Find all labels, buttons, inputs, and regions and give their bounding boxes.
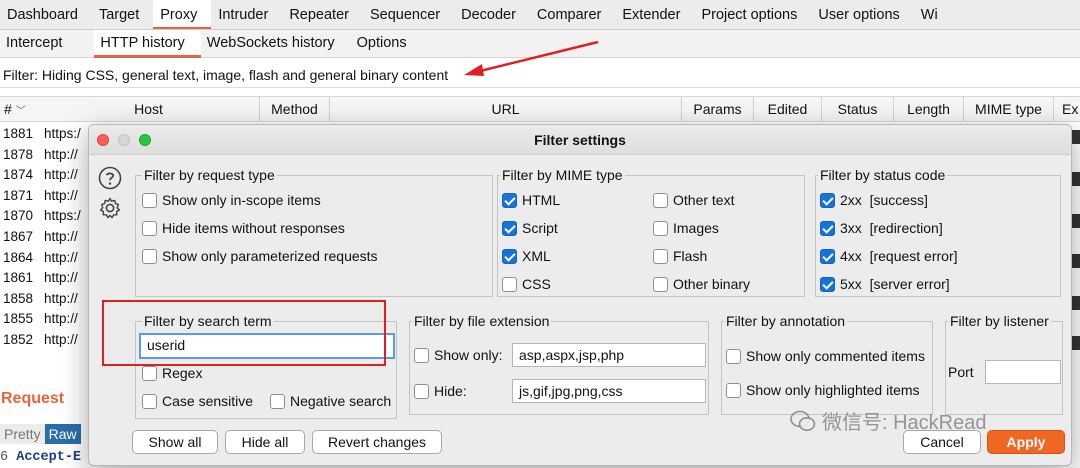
tab-sequencer[interactable]: Sequencer [363, 0, 454, 29]
mime-other-text-checkbox[interactable]: Other text [653, 192, 734, 208]
history-table-header: # ﹀ Host Method URL Params Edited Status… [0, 96, 1080, 122]
column-method[interactable]: Method [260, 97, 330, 121]
tab-pretty[interactable]: Pretty [0, 424, 45, 444]
mime-html-checkbox[interactable]: HTML [502, 192, 560, 208]
tab-proxy[interactable]: Proxy [153, 0, 212, 29]
tab-decoder[interactable]: Decoder [454, 0, 530, 29]
table-row[interactable]: 1874 http:// [0, 165, 100, 186]
file-extension-title: Filter by file extension [412, 313, 552, 329]
wechat-icon [790, 410, 816, 431]
status-4xx-checkbox[interactable]: 4xx [request error] [820, 248, 958, 264]
request-code-line: 6 Accept-E [0, 450, 81, 465]
column-length[interactable]: Length [894, 97, 964, 121]
hide-extension-input[interactable]: js,gif,jpg,png,css [512, 379, 706, 403]
request-type-group: Filter by request type Show only in-scop… [135, 167, 493, 297]
tab-raw[interactable]: Raw [44, 424, 81, 444]
tab-intercept[interactable]: Intercept [0, 30, 78, 58]
annotation-highlight-box [102, 300, 386, 366]
hide-all-button[interactable]: Hide all [225, 430, 305, 454]
mime-script-checkbox[interactable]: Script [502, 220, 558, 236]
help-icon[interactable] [98, 166, 122, 190]
mime-flash-checkbox[interactable]: Flash [653, 248, 707, 264]
status-5xx-checkbox[interactable]: 5xx [server error] [820, 276, 950, 292]
mime-css-checkbox[interactable]: CSS [502, 276, 551, 292]
mime-xml-checkbox[interactable]: XML [502, 248, 551, 264]
hide-extension-checkbox[interactable]: Hide: [414, 383, 467, 399]
mime-images-checkbox[interactable]: Images [653, 220, 719, 236]
history-rows: 1881 https:/ 1878 http:// 1874 http:// 1871… [0, 124, 100, 351]
show-only-extension-input[interactable]: asp,aspx,jsp,php [512, 343, 706, 367]
highlighted-items-checkbox[interactable]: Show only highlighted items [726, 382, 920, 398]
tab-extender[interactable]: Extender [615, 0, 694, 29]
tab-wiki-partial[interactable]: Wi [914, 0, 952, 29]
mime-other-binary-checkbox[interactable]: Other binary [653, 276, 750, 292]
request-type-title: Filter by request type [142, 167, 277, 183]
commented-items-checkbox[interactable]: Show only commented items [726, 348, 925, 364]
annotation-title: Filter by annotation [724, 313, 848, 329]
show-all-button[interactable]: Show all [132, 430, 218, 454]
annotation-group: Filter by annotation Show only commented… [721, 313, 933, 415]
listener-group: Filter by listener Port [945, 313, 1063, 415]
line-number: 6 [0, 450, 9, 465]
table-row[interactable]: 1871 http:// [0, 186, 100, 207]
watermark: 微信号: HackRead [790, 406, 987, 435]
table-row[interactable]: 1858 http:// [0, 289, 100, 310]
column-edited[interactable]: Edited [754, 97, 822, 121]
column-host[interactable]: Host [38, 97, 260, 121]
header-name: Accept-E [16, 450, 82, 465]
port-label: Port [948, 364, 974, 380]
table-row[interactable]: 1852 http:// [0, 330, 100, 351]
mime-type-title: Filter by MIME type [500, 167, 625, 183]
in-scope-checkbox[interactable]: Show only in-scope items [142, 192, 321, 208]
revert-changes-button[interactable]: Revert changes [312, 430, 442, 454]
table-row[interactable]: 1864 http:// [0, 248, 100, 269]
status-3xx-checkbox[interactable]: 3xx [redirection] [820, 220, 943, 236]
status-code-title: Filter by status code [818, 167, 948, 183]
table-row[interactable]: 1867 http:// [0, 227, 100, 248]
show-only-extension-checkbox[interactable]: Show only: [414, 347, 502, 363]
request-panel-title: Request [1, 390, 65, 407]
tab-websockets-history[interactable]: WebSockets history [201, 30, 351, 58]
tab-project-options[interactable]: Project options [694, 0, 811, 29]
table-row[interactable]: 1878 http:// [0, 145, 100, 166]
tab-intruder[interactable]: Intruder [211, 0, 282, 29]
column-number[interactable]: # ﹀ [0, 97, 38, 121]
column-url[interactable]: URL [330, 97, 682, 121]
file-extension-group: Filter by file extension Show only: asp,… [409, 313, 709, 415]
table-row[interactable]: 1855 http:// [0, 309, 100, 330]
table-row[interactable]: 1870 https:/ [0, 206, 100, 227]
status-code-group: Filter by status code 2xx [success] 3xx … [815, 167, 1061, 297]
tab-http-history[interactable]: HTTP history [94, 30, 201, 58]
tab-dashboard[interactable]: Dashboard [0, 0, 92, 29]
table-row[interactable]: 1861 http:// [0, 268, 100, 289]
regex-checkbox[interactable]: Regex [142, 365, 202, 381]
tab-comparer[interactable]: Comparer [530, 0, 615, 29]
tab-user-options[interactable]: User options [811, 0, 913, 29]
port-input[interactable] [985, 360, 1061, 384]
dialog-title: Filter settings [534, 132, 626, 148]
main-tab-bar: Dashboard Target Proxy Intruder Repeater… [0, 0, 1080, 30]
column-mime-type[interactable]: MIME type [964, 97, 1054, 121]
parameterized-checkbox[interactable]: Show only parameterized requests [142, 248, 378, 264]
negative-search-checkbox[interactable]: Negative search [270, 393, 391, 409]
hide-no-response-checkbox[interactable]: Hide items without responses [142, 220, 345, 236]
column-status[interactable]: Status [822, 97, 894, 121]
tab-target[interactable]: Target [92, 0, 153, 29]
request-view-tabs: Pretty Raw [0, 424, 81, 444]
annotation-arrow-icon [464, 40, 599, 76]
status-2xx-checkbox[interactable]: 2xx [success] [820, 192, 928, 208]
tab-repeater[interactable]: Repeater [282, 0, 363, 29]
listener-title: Filter by listener [948, 313, 1051, 329]
table-row[interactable]: 1881 https:/ [0, 124, 100, 145]
dialog-titlebar[interactable]: Filter settings [89, 125, 1071, 155]
mime-type-group: Filter by MIME type HTML Script XML CSS … [497, 167, 805, 297]
column-extension[interactable]: Ex [1054, 97, 1080, 121]
apply-button[interactable]: Apply [987, 430, 1065, 454]
tab-options[interactable]: Options [351, 30, 423, 58]
chevron-down-icon: ﹀ [15, 106, 26, 117]
column-params[interactable]: Params [682, 97, 754, 121]
gear-icon[interactable] [98, 196, 122, 220]
case-sensitive-checkbox[interactable]: Case sensitive [142, 393, 253, 409]
